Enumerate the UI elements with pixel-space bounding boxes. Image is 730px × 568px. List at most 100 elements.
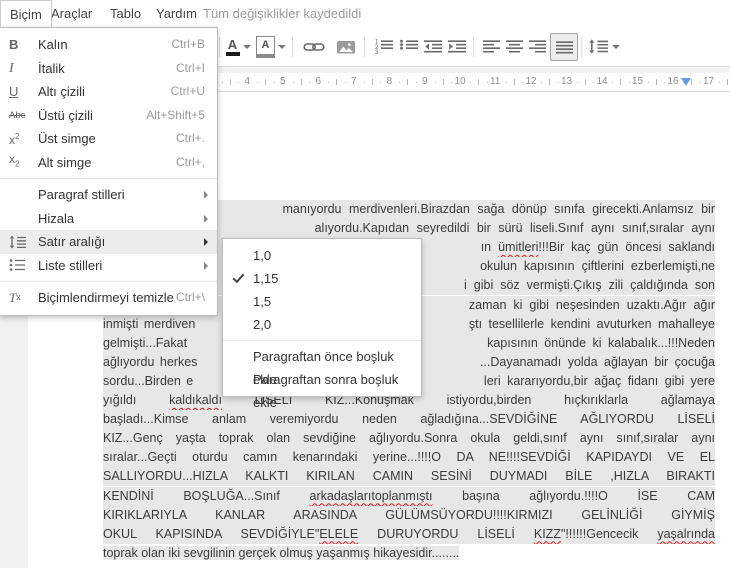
format-menu-item[interactable]: Hizala <box>0 207 217 231</box>
ruler-number: 14 <box>596 76 608 87</box>
subscript-icon: x2 <box>9 152 20 169</box>
clear-formatting-icon: Tx <box>9 290 21 305</box>
ruler-tick <box>549 79 551 85</box>
shortcut-label: Ctrl+B <box>171 37 205 51</box>
toolbar-separator <box>219 37 220 57</box>
format-menu: B Kalın Ctrl+B I İtalik Ctrl+I U Altı çizili Ctr… <box>0 27 218 316</box>
menu-separator <box>0 178 217 179</box>
align-left-button[interactable] <box>480 34 502 59</box>
ruler-tick <box>442 79 444 85</box>
right-indent-marker[interactable] <box>681 78 691 86</box>
increase-indent-button[interactable] <box>445 34 469 59</box>
format-menu-item[interactable]: Liste stilleri <box>0 254 217 278</box>
ruler-number: 16 <box>667 76 679 87</box>
ruler-tick <box>238 82 239 83</box>
numbered-list-icon: 123 <box>375 40 393 55</box>
text-line[interactable]: OKUL KAPISINDA SEVDİĞİYLE"ELELE DURUYORD… <box>103 524 715 544</box>
numbered-list-button[interactable]: 123 <box>372 34 396 59</box>
text-color-icon: A <box>225 38 240 56</box>
ruler-tick <box>363 82 365 83</box>
format-menu-item[interactable]: Tx Biçimlendirmeyi temizle Ctrl+\ <box>0 286 217 310</box>
text-color-button[interactable]: A <box>224 34 252 59</box>
text-line[interactable]: toprak olan iki sevgilinin gerçek olmuş … <box>103 544 715 563</box>
format-menu-item[interactable]: I İtalik Ctrl+I <box>0 57 217 81</box>
ruler-tick <box>451 82 452 83</box>
ruler-tick <box>557 82 559 83</box>
ruler-tick <box>647 82 649 83</box>
check-icon <box>232 270 245 284</box>
increase-indent-icon <box>448 40 466 53</box>
format-menu-item[interactable]: Paragraf stilleri <box>0 183 217 207</box>
align-left-icon <box>482 40 500 53</box>
insert-link-button[interactable] <box>300 34 328 59</box>
ruler-number: 7 <box>351 76 357 87</box>
dropdown-caret-icon <box>278 44 286 49</box>
ruler-tick <box>478 79 480 85</box>
ruler-tick <box>664 82 665 83</box>
ruler-tick <box>328 82 329 83</box>
justify-button[interactable] <box>550 33 578 61</box>
format-menu-item[interactable]: B Kalın Ctrl+B <box>0 33 217 57</box>
line-spacing-option[interactable]: Paragraftan önce boşluk ekle <box>223 345 421 387</box>
ruler-number: 6 <box>315 76 322 87</box>
highlight-color-button[interactable]: A <box>256 34 286 59</box>
align-right-button[interactable] <box>526 34 548 59</box>
ruler-tick <box>229 79 231 85</box>
submenu-arrow-icon <box>204 238 208 246</box>
decrease-indent-button[interactable] <box>421 34 445 59</box>
bold-icon: B <box>9 37 19 52</box>
line-spacing-icon <box>9 230 33 254</box>
format-menu-item[interactable]: x2 Üst simge Ctrl+. <box>0 127 217 151</box>
ruler-tick <box>407 79 409 85</box>
format-menu-item[interactable]: x2 Alt simge Ctrl+, <box>0 151 217 175</box>
line-spacing-option[interactable]: 2,0 <box>223 313 421 336</box>
format-menu-item[interactable]: Satır aralığı <box>0 230 217 254</box>
ruler-tick <box>505 82 507 83</box>
menu-item-tablo[interactable]: Tablo <box>101 0 150 27</box>
ruler-tick <box>434 82 436 83</box>
shortcut-label: Ctrl+I <box>175 60 205 75</box>
svg-text:3: 3 <box>375 50 379 55</box>
text-line[interactable]: sıralar...Geçti oturdu camın kenarındaki… <box>103 448 715 468</box>
ruler-tick <box>718 82 720 83</box>
format-menu-item[interactable]: Abc Üstü çizili Alt+Shift+5 <box>0 104 217 128</box>
line-spacing-option[interactable]: 1,15 <box>223 267 421 290</box>
dropdown-caret-icon <box>612 44 620 49</box>
ruler-tick <box>336 79 338 85</box>
toolbar-separator <box>473 37 474 57</box>
link-icon <box>303 42 325 51</box>
dropdown-caret-icon <box>242 44 251 49</box>
justify-icon <box>555 40 573 53</box>
ruler-number: 17 <box>703 76 715 87</box>
text-line[interactable]: KIZ...Genç yaşta toprak olan sevdiğine a… <box>103 429 715 449</box>
ruler-tick <box>513 79 515 85</box>
ruler-tick <box>399 82 400 83</box>
ruler-tick <box>612 82 613 83</box>
menu-item-yardim[interactable]: Yardım <box>147 0 206 27</box>
italic-icon: I <box>9 60 14 76</box>
line-spacing-option[interactable]: 1,0 <box>223 244 421 267</box>
ruler-tick <box>415 82 417 83</box>
bulleted-list-button[interactable] <box>397 34 421 59</box>
ruler-tick <box>344 82 346 83</box>
line-spacing-button[interactable] <box>588 34 620 59</box>
text-line[interactable]: KIRIKLARIYLA KANLAR ARASINDA GÜLÜMSÜYORD… <box>103 505 715 525</box>
ruler-number: 8 <box>386 76 393 87</box>
insert-image-button[interactable] <box>332 34 360 59</box>
bulleted-list-icon <box>400 39 418 50</box>
toolbar-separator <box>364 37 365 57</box>
align-center-button[interactable] <box>503 34 525 59</box>
ruler-tick <box>541 82 542 83</box>
text-line[interactable]: SALLIYORDU...HIZLA KALKTI KIRILAN CAMIN … <box>103 467 715 487</box>
ruler-tick <box>576 82 578 83</box>
decrease-indent-icon <box>424 40 442 53</box>
line-spacing-option[interactable]: 1,5 <box>223 290 421 313</box>
text-line[interactable]: KENDİNİ BOŞLUĞA...Sınıf arkadaşlarıtopla… <box>103 486 715 506</box>
menu-item-bicim[interactable]: Biçim <box>0 0 52 29</box>
ruler-tick <box>257 82 258 83</box>
format-menu-item[interactable]: U Altı çizili Ctrl+U <box>0 80 217 104</box>
line-spacing-option[interactable]: Paragraftan sonra boşluk ekle <box>223 368 421 410</box>
ruler-number: 9 <box>422 76 428 87</box>
ruler-number: 4 <box>244 76 251 87</box>
ruler-number: 11 <box>490 76 501 87</box>
